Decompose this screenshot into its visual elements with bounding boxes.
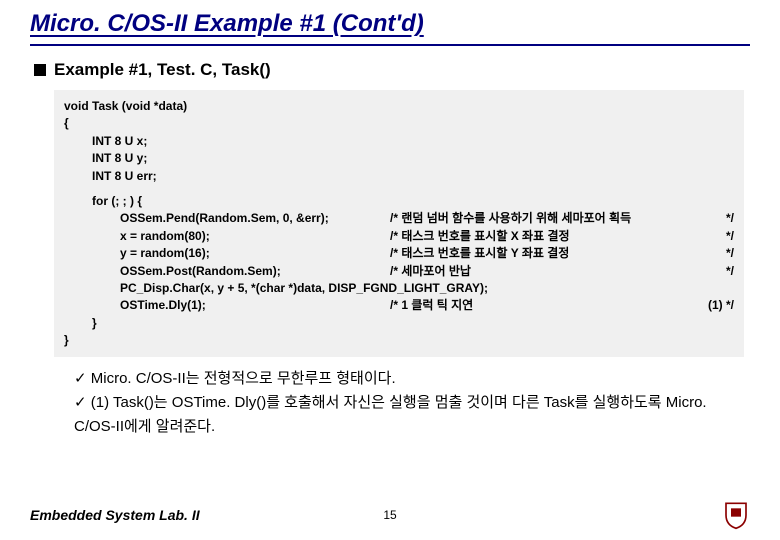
code-comment-end: */	[726, 245, 734, 262]
code-line: }	[92, 315, 97, 332]
bullet-text: Micro. C/OS-II는 전형적으로 무한루프 형태이다.	[91, 370, 396, 387]
bullet-item: Micro. C/OS-II는 전형적으로 무한루프 형태이다.	[74, 367, 750, 391]
code-line: INT 8 U x;	[92, 133, 147, 150]
code-line: PC_Disp.Char(x, y + 5, *(char *)data, DI…	[120, 280, 488, 297]
code-line: {	[64, 115, 69, 132]
crest-icon	[722, 500, 750, 530]
code-comment-end: */	[726, 263, 734, 280]
page-number: 15	[383, 508, 396, 522]
code-line: OSSem.Pend(Random.Sem, 0, &err);	[120, 210, 390, 227]
bullet-item: (1) Task()는 OSTime. Dly()를 호출해서 자신은 실행을 …	[74, 391, 750, 439]
section-heading: Example #1, Test. C, Task()	[34, 60, 750, 80]
code-comment-end: (1) */	[708, 297, 734, 314]
code-line: OSSem.Post(Random.Sem);	[120, 263, 390, 280]
code-comment: /* 세마포어 반납	[390, 263, 471, 280]
footer-lab: Embedded System Lab. II	[30, 507, 200, 523]
code-comment: /* 태스크 번호를 표시할 Y 좌표 결정	[390, 245, 569, 262]
title-rule	[30, 44, 750, 46]
code-line: INT 8 U err;	[92, 168, 157, 185]
code-comment-end: */	[726, 210, 734, 227]
code-comment-end: */	[726, 228, 734, 245]
code-line: OSTime.Dly(1);	[120, 297, 390, 314]
code-line: void Task (void *data)	[64, 98, 187, 115]
bullet-text: (1) Task()는 OSTime. Dly()를 호출해서 자신은 실행을 …	[74, 394, 707, 435]
code-comment: /* 랜덤 넘버 함수를 사용하기 위해 세마포어 획득	[390, 210, 631, 227]
bullets: Micro. C/OS-II는 전형적으로 무한루프 형태이다. (1) Tas…	[74, 367, 750, 439]
code-block: void Task (void *data) { INT 8 U x; INT …	[54, 90, 744, 357]
code-comment: /* 태스크 번호를 표시할 X 좌표 결정	[390, 228, 570, 245]
footer: Embedded System Lab. II 15	[30, 500, 750, 530]
code-line: x = random(80);	[120, 228, 390, 245]
code-comment: /* 1 클럭 틱 지연	[390, 297, 473, 314]
code-line: y = random(16);	[120, 245, 390, 262]
code-line: }	[64, 332, 69, 349]
slide: Micro. C/OS-II Example #1 (Cont'd) Examp…	[0, 0, 780, 540]
code-line: for (; ; ) {	[92, 193, 142, 210]
slide-title: Micro. C/OS-II Example #1 (Cont'd)	[30, 10, 750, 38]
code-line: INT 8 U y;	[92, 150, 147, 167]
